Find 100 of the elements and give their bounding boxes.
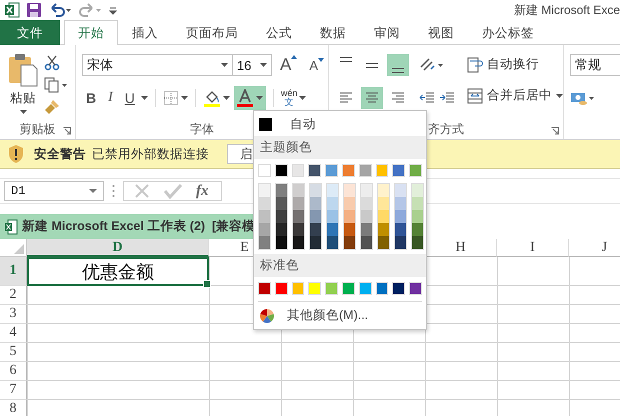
color-swatch[interactable] xyxy=(412,223,423,236)
row-header[interactable]: 1 xyxy=(0,257,27,286)
color-swatch[interactable] xyxy=(325,164,338,177)
color-swatch[interactable] xyxy=(361,197,372,210)
color-swatch[interactable] xyxy=(344,223,355,236)
color-swatch[interactable] xyxy=(378,210,389,223)
name-box[interactable]: D1 xyxy=(4,181,104,201)
bold-button[interactable]: B xyxy=(82,90,100,106)
color-swatch[interactable] xyxy=(276,236,287,249)
color-swatch[interactable] xyxy=(308,282,322,295)
color-swatch[interactable] xyxy=(344,197,355,210)
color-swatch[interactable] xyxy=(259,210,270,223)
ribbon-tab[interactable]: 公式 xyxy=(252,20,306,45)
color-swatch[interactable] xyxy=(276,197,287,210)
ribbon-tab[interactable]: 插入 xyxy=(118,20,172,45)
phonetic-guide-button[interactable]: wén 文 xyxy=(280,89,298,107)
decrease-indent-icon[interactable] xyxy=(419,91,435,105)
save-icon[interactable] xyxy=(26,2,42,18)
more-colors-item[interactable]: 其他颜色(M)... xyxy=(254,304,426,327)
color-swatch[interactable] xyxy=(358,164,372,177)
color-swatch[interactable] xyxy=(293,223,304,236)
color-swatch[interactable] xyxy=(259,236,270,249)
color-swatch[interactable] xyxy=(259,223,270,236)
row-header[interactable]: 5 xyxy=(0,343,27,362)
select-all-icon[interactable] xyxy=(14,244,24,254)
color-swatch[interactable] xyxy=(293,236,304,249)
fill-bucket-icon[interactable] xyxy=(202,89,221,107)
grow-font-button[interactable]: A xyxy=(276,55,302,75)
color-swatch[interactable] xyxy=(308,164,322,177)
center-align-button[interactable] xyxy=(361,87,383,109)
color-swatch[interactable] xyxy=(274,164,288,177)
color-swatch[interactable] xyxy=(310,236,321,249)
color-swatch[interactable] xyxy=(395,223,406,236)
color-swatch[interactable] xyxy=(376,282,388,295)
color-swatch[interactable] xyxy=(395,197,406,210)
font-name-field[interactable]: 宋体 xyxy=(82,54,233,76)
color-swatch[interactable] xyxy=(274,282,288,295)
row-header[interactable]: 4 xyxy=(0,324,27,343)
file-tab[interactable]: 文件 xyxy=(0,20,60,45)
color-swatch[interactable] xyxy=(258,164,271,177)
bottom-align-button[interactable] xyxy=(387,54,409,76)
color-swatch[interactable] xyxy=(276,184,287,197)
column-header[interactable]: D xyxy=(27,239,209,257)
dialog-launcher-icon[interactable] xyxy=(63,127,71,135)
ribbon-tab[interactable]: 页面布局 xyxy=(172,20,252,45)
shrink-font-button[interactable]: A xyxy=(305,58,328,72)
insert-function-button[interactable]: fx xyxy=(196,182,208,200)
color-swatch[interactable] xyxy=(325,282,338,295)
color-swatch[interactable] xyxy=(344,236,355,249)
number-format-field[interactable]: 常规 xyxy=(570,54,620,76)
color-swatch[interactable] xyxy=(378,236,389,249)
color-swatch[interactable] xyxy=(395,210,406,223)
color-swatch[interactable] xyxy=(327,223,338,236)
italic-button[interactable]: I xyxy=(104,90,117,106)
excel-icon[interactable] xyxy=(4,2,20,18)
color-swatch[interactable] xyxy=(342,282,355,295)
color-swatch[interactable] xyxy=(412,210,423,223)
color-swatch[interactable] xyxy=(292,282,304,295)
color-swatch[interactable] xyxy=(361,184,372,197)
paste-button[interactable]: 粘贴 xyxy=(8,53,38,120)
color-swatch[interactable] xyxy=(344,184,355,197)
row-header[interactable]: 2 xyxy=(0,286,27,305)
caret-icon[interactable] xyxy=(180,96,188,100)
color-swatch[interactable] xyxy=(392,164,406,177)
increase-indent-icon[interactable] xyxy=(439,91,455,105)
color-swatch[interactable] xyxy=(412,184,423,197)
color-swatch[interactable] xyxy=(392,282,406,295)
color-swatch[interactable] xyxy=(327,210,338,223)
color-swatch[interactable] xyxy=(378,184,389,197)
color-swatch[interactable] xyxy=(293,184,304,197)
color-swatch[interactable] xyxy=(395,236,406,249)
color-swatch[interactable] xyxy=(327,197,338,210)
font-size-field[interactable]: 16 xyxy=(232,54,272,76)
color-swatch[interactable] xyxy=(310,210,321,223)
color-swatch[interactable] xyxy=(327,184,338,197)
ribbon-tab[interactable]: 办公标签 xyxy=(468,20,548,45)
column-header[interactable]: J xyxy=(569,239,620,257)
dialog-launcher-icon[interactable] xyxy=(551,127,559,135)
wrap-text-button[interactable]: 自动换行 xyxy=(467,56,563,73)
scissors-icon[interactable] xyxy=(44,55,60,71)
color-swatch[interactable] xyxy=(276,210,287,223)
color-swatch[interactable] xyxy=(342,164,355,177)
color-swatch[interactable] xyxy=(395,184,406,197)
automatic-color-item[interactable]: 自动 xyxy=(254,113,426,136)
caret-icon[interactable] xyxy=(299,96,306,100)
underline-button[interactable]: U xyxy=(120,90,139,106)
ribbon-tab[interactable]: 数据 xyxy=(306,20,360,45)
copy-icon[interactable] xyxy=(44,77,68,93)
color-swatch[interactable] xyxy=(293,210,304,223)
color-swatch[interactable] xyxy=(310,197,321,210)
font-color-button[interactable] xyxy=(234,86,266,110)
column-header[interactable]: I xyxy=(497,239,569,257)
color-swatch[interactable] xyxy=(327,236,338,249)
brush-icon[interactable] xyxy=(44,99,60,115)
color-swatch[interactable] xyxy=(259,184,270,197)
color-swatch[interactable] xyxy=(310,223,321,236)
orientation-icon[interactable] xyxy=(419,57,445,73)
row-header[interactable]: 6 xyxy=(0,362,27,381)
border-icon[interactable] xyxy=(162,90,179,106)
color-swatch[interactable] xyxy=(344,210,355,223)
